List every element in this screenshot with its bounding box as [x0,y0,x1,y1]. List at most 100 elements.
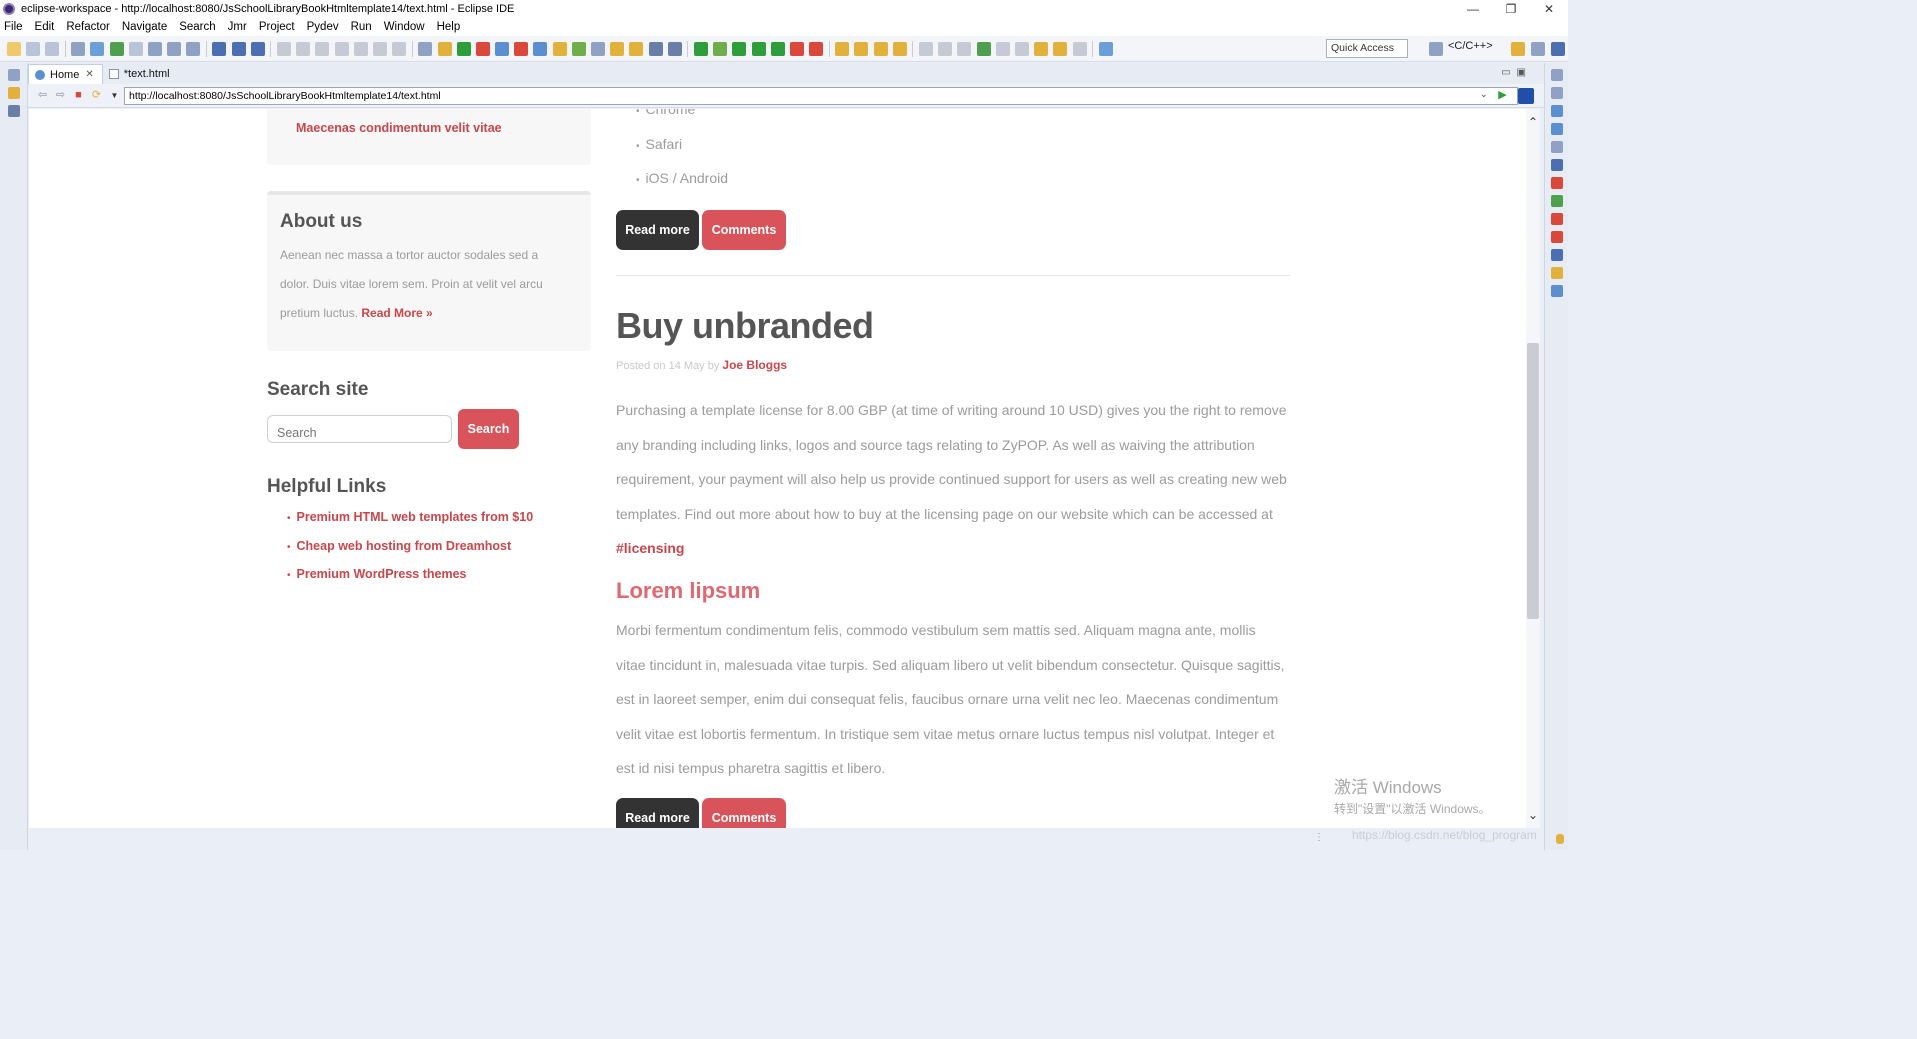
back-arrow-icon[interactable]: ⇦ [36,89,49,102]
helpful-link[interactable]: Premium WordPress themes [297,567,467,581]
step-into-icon[interactable] [353,41,368,56]
run-green-icon[interactable] [693,41,708,56]
variables-icon[interactable] [1551,87,1563,99]
menu-jmr[interactable]: Jmr [228,21,247,33]
restore-button[interactable]: ❐ [1492,0,1530,18]
task-icon[interactable] [147,41,162,56]
stop-icon[interactable] [789,41,804,56]
terminate-icon[interactable] [315,41,330,56]
menu-run[interactable]: Run [351,21,372,33]
comments-button[interactable]: Comments [702,798,786,828]
refresh-icon[interactable]: ⟳ [90,89,103,102]
coverage-icon[interactable] [751,41,766,56]
close-icon[interactable]: ✕ [85,69,93,80]
open-folder2-icon[interactable] [892,41,907,56]
help-icon[interactable] [610,41,625,56]
help2-icon[interactable] [629,41,644,56]
save-icon[interactable] [25,41,40,56]
print-icon[interactable] [71,41,86,56]
bug-icon[interactable] [571,41,586,56]
forward-arrow-icon[interactable]: ⇨ [54,89,67,102]
search-view-icon[interactable] [1551,231,1563,243]
menu-file[interactable]: File [4,21,23,33]
show-whitespace-icon[interactable] [938,41,953,56]
next-annotation-icon[interactable] [995,41,1010,56]
marker-icon[interactable] [514,41,529,56]
menu-project[interactable]: Project [259,21,295,33]
lightbulb-icon[interactable] [1556,834,1564,844]
stop-icon[interactable]: ■ [72,89,85,102]
disconnect-icon[interactable] [334,41,349,56]
ext-tools-icon[interactable] [475,41,490,56]
perspective-java-icon[interactable] [1510,42,1525,56]
url-input[interactable] [124,87,1518,105]
perspective-debug-icon[interactable] [1530,42,1545,56]
open-folder-icon[interactable] [835,41,850,56]
menu-search[interactable]: Search [179,21,215,33]
read-more-button[interactable]: Read more [616,798,699,828]
tab-stack-controls[interactable]: ▭▣ [1501,67,1532,78]
console-icon[interactable] [212,41,227,56]
search-input[interactable] [267,415,452,443]
profile-icon[interactable] [770,41,785,56]
vertical-scrollbar[interactable]: ⌃ ⌄ [1526,109,1540,828]
sidebar-top-link[interactable]: Maecenas condimentum velit vitae [296,121,502,135]
ext-run-icon[interactable] [809,41,824,56]
open-type-icon[interactable] [167,41,182,56]
open-perspective-icon[interactable] [1428,42,1443,56]
post-author-link[interactable]: Joe Bloggs [722,358,787,372]
prev-annotation-icon[interactable] [1014,41,1029,56]
menu-window[interactable]: Window [384,21,425,33]
chevron-down-icon[interactable]: ▼ [108,89,121,102]
restore-right2-icon[interactable] [1551,141,1563,153]
run-icon[interactable] [732,41,747,56]
debug-icon[interactable] [713,41,728,56]
resume-icon[interactable] [277,41,292,56]
drop-frame-icon[interactable] [418,41,433,56]
about-read-more-link[interactable]: Read More » [361,306,432,320]
step-return-icon[interactable] [392,41,407,56]
helpful-link[interactable]: Cheap web hosting from Dreamhost [297,539,512,553]
type-hierarchy-icon[interactable] [8,105,20,117]
menu-pydev[interactable]: Pydev [307,21,339,33]
perspective-cpp[interactable]: <C/C++> [1448,40,1493,52]
quick-access-field[interactable]: Quick Access [1326,39,1408,58]
menu-edit[interactable]: Edit [35,21,55,33]
globe-icon[interactable] [648,41,663,56]
breakpoints-icon[interactable] [1551,105,1563,117]
tasks-view-icon[interactable] [1551,195,1563,207]
perspective-web-icon[interactable] [1550,42,1565,56]
skip-breakpoints-icon[interactable] [250,41,265,56]
url-dropdown-icon[interactable]: ⌄ [1480,89,1488,100]
save-all-icon[interactable] [44,41,59,56]
read-more-button[interactable]: Read more [616,210,699,250]
back-icon[interactable] [1053,41,1068,56]
link-icon[interactable] [495,41,510,56]
pilcrow-icon[interactable] [957,41,972,56]
step-over-icon[interactable] [372,41,387,56]
terminal-icon[interactable] [231,41,246,56]
comments-button[interactable]: Comments [702,210,786,250]
declaration-view-icon[interactable] [1551,267,1563,279]
expressions-icon[interactable] [1551,123,1563,135]
toggle-mark-icon[interactable] [90,41,105,56]
restore-right-icon[interactable] [1551,69,1563,81]
annotation-icon[interactable] [919,41,934,56]
restore-view-icon[interactable] [8,69,20,81]
package-explorer-icon[interactable] [8,87,20,99]
last-edit-icon[interactable] [1034,41,1049,56]
pin-icon[interactable] [533,41,548,56]
problems-view-icon[interactable] [1551,177,1563,189]
menu-help[interactable]: Help [437,21,461,33]
open-file-icon[interactable] [854,41,869,56]
scrollbar-thumb[interactable] [1527,343,1539,619]
menu-refactor[interactable]: Refactor [66,21,109,33]
search-refs-icon[interactable] [186,41,201,56]
pin-editor-icon[interactable] [1098,41,1113,56]
go-icon[interactable]: ▶ [1496,89,1509,102]
wand-icon[interactable] [873,41,888,56]
progress-view-icon[interactable] [1551,213,1563,225]
tab-home[interactable]: Home ✕ [28,64,103,84]
use-step-filters-icon[interactable] [437,41,452,56]
suspend-icon[interactable] [296,41,311,56]
